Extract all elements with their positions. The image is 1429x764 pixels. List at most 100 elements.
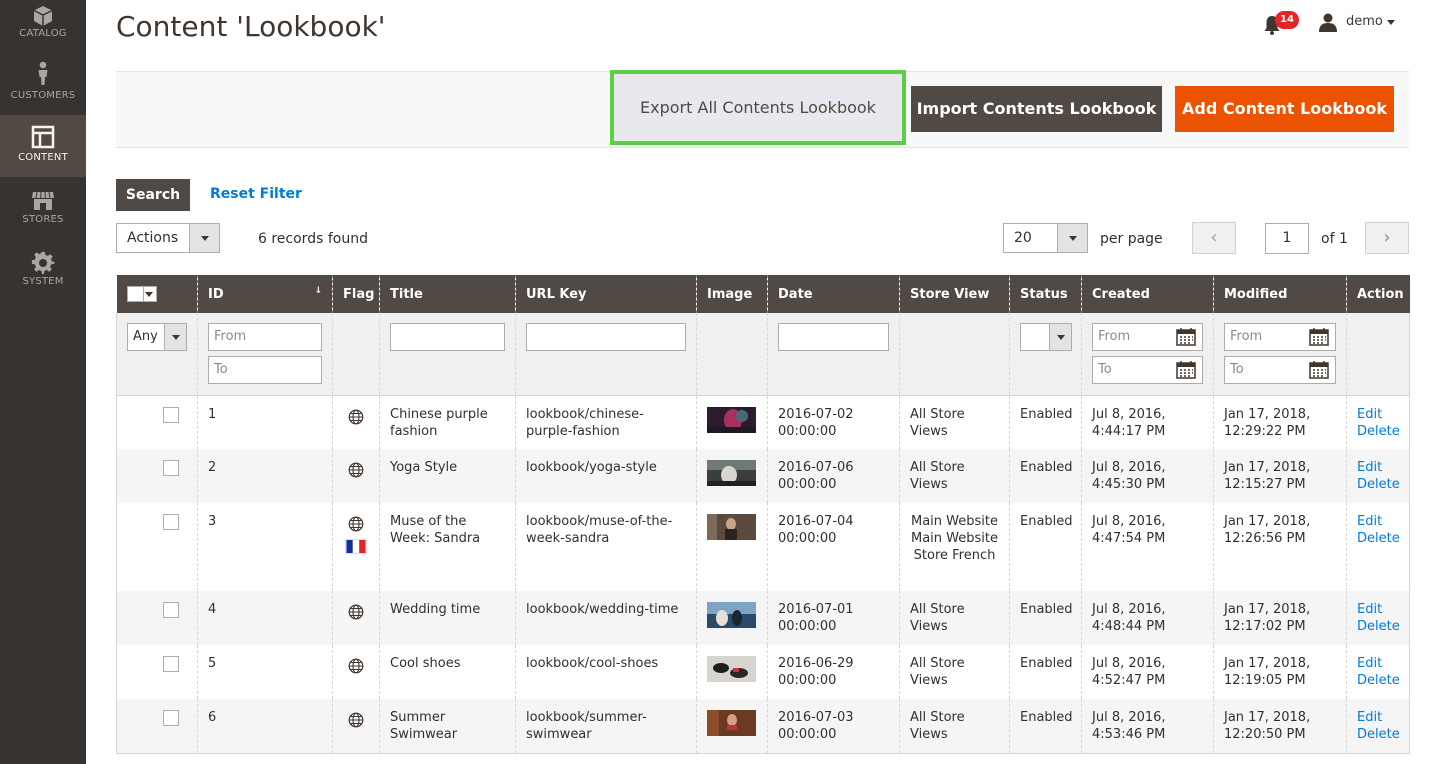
cell-date: 2016-07-01 00:00:00 [767,591,900,645]
row-checkbox[interactable] [163,406,179,423]
mass-filter-select[interactable]: Any [127,323,187,351]
column-header-id[interactable]: ID ↓ [197,275,333,313]
delete-link[interactable]: Delete [1357,726,1400,743]
row-checkbox[interactable] [163,602,179,618]
column-header-status[interactable]: Status [1009,275,1082,313]
chevron-down-icon[interactable] [1049,324,1071,350]
cell-title: Yoga Style [379,449,516,503]
column-header-action: Action [1346,275,1410,313]
modified-from-input[interactable]: From [1224,323,1336,351]
nav-content[interactable]: CONTENT [0,115,86,177]
chevron-down-icon[interactable] [189,224,219,252]
column-header-store-view[interactable]: Store View [899,275,1010,313]
table-row[interactable]: 4 Wedding time lookbook/wedding-time 201… [116,591,1410,645]
cell-id: 1 [197,395,333,449]
cell-modified: Jan 17, 2018, 12:15:27 PM [1213,449,1347,503]
date-filter-input[interactable] [778,323,889,351]
chevron-down-icon[interactable] [1057,224,1087,252]
chevron-down-icon[interactable] [164,324,186,350]
search-button[interactable]: Search [116,179,190,211]
row-checkbox[interactable] [163,514,179,530]
import-button[interactable]: Import Contents Lookbook [911,86,1162,132]
globe-icon [348,712,364,728]
delete-link[interactable]: Delete [1357,476,1400,493]
calendar-icon[interactable] [1176,328,1196,346]
reset-filter-link[interactable]: Reset Filter [210,186,302,202]
url-key-filter-input[interactable] [526,323,686,351]
calendar-icon[interactable] [1309,361,1329,379]
calendar-icon[interactable] [1309,328,1329,346]
modified-to-input[interactable]: To [1224,356,1336,384]
edit-link[interactable]: Edit [1357,655,1399,672]
delete-link[interactable]: Delete [1357,672,1400,689]
per-page-select[interactable]: 20 [1003,223,1088,253]
id-from-input[interactable]: From [208,323,322,351]
cell-status: Enabled [1009,645,1082,699]
table-row[interactable]: 5 Cool shoes lookbook/cool-shoes 2016-06… [116,645,1410,699]
add-content-button[interactable]: Add Content Lookbook [1175,86,1394,132]
cell-title: Wedding time [379,591,516,645]
cell-store-view: All Store Views [899,645,1010,699]
column-header-date[interactable]: Date [767,275,900,313]
table-row[interactable]: 2 Yoga Style lookbook/yoga-style 2016-07… [116,449,1410,503]
globe-icon [348,658,364,674]
table-row[interactable]: 3 Muse of the Week: Sandra lookbook/muse… [116,503,1410,591]
user-menu[interactable]: demo [1346,14,1383,29]
column-header-image[interactable]: Image [696,275,768,313]
nav-label: STORES [22,214,64,225]
cell-url-key: lookbook/chinese-purple-fashion [515,395,697,449]
edit-link[interactable]: Edit [1357,513,1399,530]
table-row[interactable]: 6 Summer Swimwear lookbook/summer-swimwe… [116,699,1410,754]
cell-store-view: All Store Views [899,449,1010,503]
edit-link[interactable]: Edit [1357,709,1399,726]
mass-select-dropdown[interactable] [126,286,157,302]
lookbook-grid: ID ↓ Flag Title URL Key Image Date Store … [116,275,1410,754]
edit-link[interactable]: Edit [1357,601,1399,618]
next-page-button[interactable]: › [1365,222,1409,254]
page-number-input[interactable]: 1 [1265,223,1309,254]
id-to-input[interactable]: To [208,356,322,384]
notifications-badge[interactable]: 14 [1275,11,1299,29]
mass-select-header[interactable] [116,275,198,313]
export-all-button[interactable]: Export All Contents Lookbook [610,70,906,145]
row-checkbox[interactable] [163,710,179,726]
cell-created: Jul 8, 2016, 4:52:47 PM [1081,645,1214,699]
title-filter-input[interactable] [390,323,505,351]
column-header-created[interactable]: Created [1081,275,1214,313]
delete-link[interactable]: Delete [1357,618,1400,635]
nav-stores[interactable]: STORES [0,177,86,239]
table-row[interactable]: 1 Chinese purple fashion lookbook/chines… [116,395,1410,449]
calendar-icon[interactable] [1176,361,1196,379]
previous-page-button[interactable]: ‹ [1192,222,1236,254]
user-icon[interactable] [1318,12,1338,32]
created-to-input[interactable]: To [1092,356,1203,384]
edit-link[interactable]: Edit [1357,406,1399,423]
cell-id: 5 [197,645,333,699]
cell-date: 2016-07-04 00:00:00 [767,503,900,591]
per-page-label: per page [1100,231,1163,247]
mass-actions-select[interactable]: Actions [116,223,220,253]
globe-icon [348,604,364,620]
delete-link[interactable]: Delete [1357,423,1400,440]
nav-system[interactable]: SYSTEM [0,239,86,301]
cell-modified: Jan 17, 2018, 12:29:22 PM [1213,395,1347,449]
chevron-down-icon[interactable] [1387,20,1395,25]
cell-url-key: lookbook/yoga-style [515,449,697,503]
nav-customers[interactable]: CUSTOMERS [0,53,86,115]
cell-store-view: All Store Views [899,591,1010,645]
per-page-value: 20 [1014,230,1032,246]
column-header-url-key[interactable]: URL Key [515,275,697,313]
column-header-title[interactable]: Title [379,275,516,313]
edit-link[interactable]: Edit [1357,459,1399,476]
delete-link[interactable]: Delete [1357,530,1400,547]
column-header-flag[interactable]: Flag [332,275,380,313]
box-icon [33,6,53,26]
row-checkbox[interactable] [163,460,179,476]
thumbnail-image [707,602,756,628]
row-checkbox[interactable] [163,656,179,672]
column-header-modified[interactable]: Modified [1213,275,1347,313]
page-count: of 1 [1321,231,1348,247]
status-filter-select[interactable] [1020,323,1072,351]
created-from-input[interactable]: From [1092,323,1203,351]
thumbnail-image [707,406,756,433]
